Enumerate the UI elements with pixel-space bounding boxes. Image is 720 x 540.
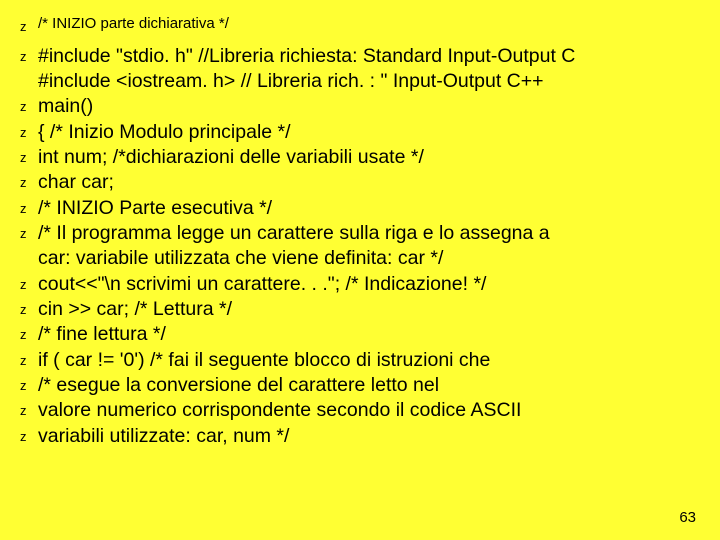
bullet-icon: z [20, 221, 38, 243]
code-line: z cout<<"\n scrivimi un carattere. . .";… [20, 272, 702, 297]
code-line: z variabili utilizzate: car, num */ [20, 424, 702, 449]
code-text: int num; /*dichiarazioni delle variabili… [38, 145, 702, 170]
bullet-icon: z [20, 44, 38, 66]
bullet-icon: z [20, 424, 38, 446]
code-text-continuation: car: variabile utilizzata che viene defi… [20, 246, 702, 271]
code-line: z /* INIZIO parte dichiarativa */ [20, 14, 702, 36]
code-text: /* esegue la conversione del carattere l… [38, 373, 702, 398]
bullet-icon: z [20, 145, 38, 167]
bullet-icon: z [20, 398, 38, 420]
code-text: cin >> car; /* Lettura */ [38, 297, 702, 322]
code-line: z { /* Inizio Modulo principale */ [20, 120, 702, 145]
bullet-icon: z [20, 348, 38, 370]
bullet-icon: z [20, 196, 38, 218]
bullet-icon: z [20, 14, 38, 36]
page-number: 63 [679, 509, 696, 526]
code-text: /* fine lettura */ [38, 322, 702, 347]
code-text: variabili utilizzate: car, num */ [38, 424, 702, 449]
code-line: z /* INIZIO Parte esecutiva */ [20, 196, 702, 221]
code-line: z if ( car != '0') /* fai il seguente bl… [20, 348, 702, 373]
code-text: if ( car != '0') /* fai il seguente bloc… [38, 348, 702, 373]
slide-container: z /* INIZIO parte dichiarativa */ z #inc… [0, 0, 720, 540]
code-line: z /* fine lettura */ [20, 322, 702, 347]
code-line: z #include "stdio. h" //Libreria richies… [20, 44, 702, 69]
code-line: z cin >> car; /* Lettura */ [20, 297, 702, 322]
code-line: z char car; [20, 170, 702, 195]
code-text-continuation: #include <iostream. h> // Libreria rich.… [20, 69, 702, 94]
bullet-icon: z [20, 322, 38, 344]
code-line: z /* esegue la conversione del carattere… [20, 373, 702, 398]
code-text: cout<<"\n scrivimi un carattere. . ."; /… [38, 272, 702, 297]
bullet-icon: z [20, 373, 38, 395]
spacer [20, 36, 702, 44]
code-text: #include "stdio. h" //Libreria richiesta… [38, 44, 702, 69]
code-text: /* INIZIO Parte esecutiva */ [38, 196, 702, 221]
code-text: /* INIZIO parte dichiarativa */ [38, 14, 702, 34]
code-text: valore numerico corrispondente secondo i… [38, 398, 702, 423]
code-text: char car; [38, 170, 702, 195]
code-text: main() [38, 94, 702, 119]
code-line: z valore numerico corrispondente secondo… [20, 398, 702, 423]
bullet-icon: z [20, 94, 38, 116]
code-text: /* Il programma legge un carattere sulla… [38, 221, 702, 246]
code-line: z /* Il programma legge un carattere sul… [20, 221, 702, 246]
code-line: z main() [20, 94, 702, 119]
bullet-icon: z [20, 272, 38, 294]
bullet-icon: z [20, 297, 38, 319]
code-text: { /* Inizio Modulo principale */ [38, 120, 702, 145]
bullet-icon: z [20, 120, 38, 142]
bullet-icon: z [20, 170, 38, 192]
code-line: z int num; /*dichiarazioni delle variabi… [20, 145, 702, 170]
